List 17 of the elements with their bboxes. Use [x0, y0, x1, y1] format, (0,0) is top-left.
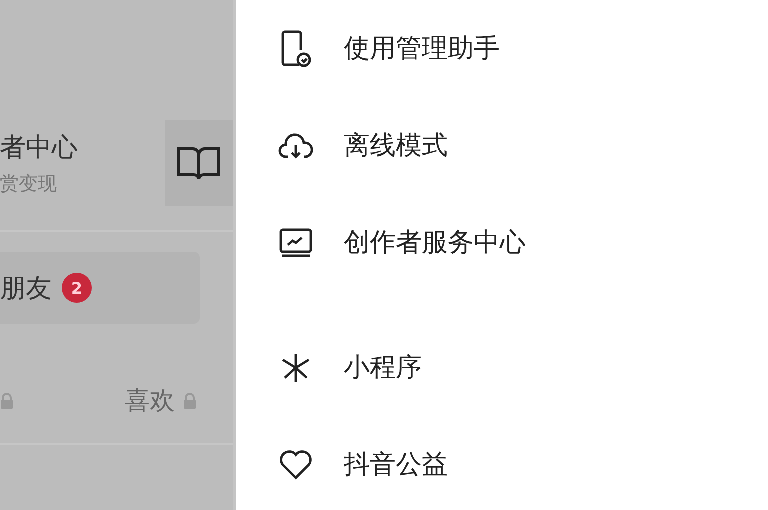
menu-item[interactable]: 小程序 [344, 350, 422, 385]
notification-badge: 2 [62, 273, 92, 303]
cloud-download-icon [278, 130, 314, 160]
book-button[interactable] [165, 120, 233, 206]
menu-item[interactable]: 创作者服务中心 [344, 225, 526, 260]
monitor-chart-icon [279, 226, 313, 258]
book-icon [176, 145, 222, 181]
menu-item[interactable]: 使用管理助手 [344, 31, 500, 66]
phone-icon [279, 28, 313, 68]
lock-icon [183, 392, 197, 408]
creator-center-subtitle: 赏变现 [0, 172, 58, 197]
creator-center-title[interactable]: 者中心 [0, 130, 78, 165]
menu-item[interactable]: 离线模式 [344, 128, 448, 163]
heart-icon [279, 450, 313, 480]
menu-item[interactable]: 抖音公益 [344, 447, 448, 482]
lock-icon [0, 392, 14, 408]
friends-button[interactable]: 朋友 2 [0, 252, 200, 324]
